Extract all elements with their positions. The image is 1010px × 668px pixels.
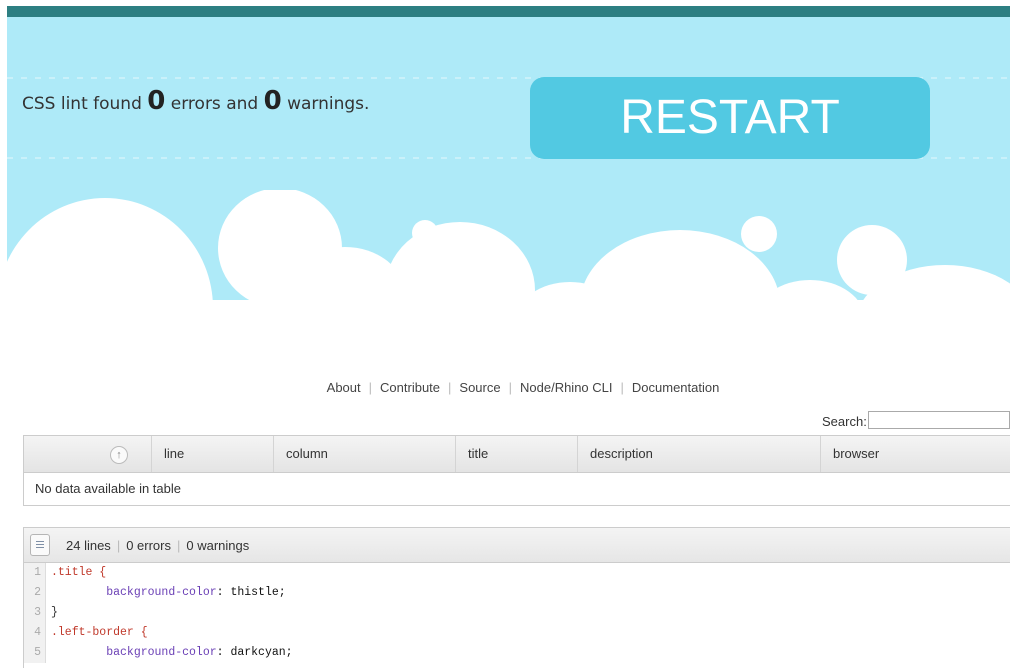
- editor-toolbar: 24 lines | 0 errors | 0 warnings: [23, 527, 1010, 563]
- column-header-line[interactable]: line: [151, 436, 273, 472]
- nav-about-link[interactable]: About: [319, 380, 369, 395]
- column-header-title[interactable]: title: [455, 436, 577, 472]
- code-line: 3 }: [24, 603, 1010, 623]
- document-icon[interactable]: [30, 534, 50, 556]
- table-header: ↑ line column title description browser: [24, 436, 1010, 473]
- result-suffix: warnings.: [287, 94, 370, 114]
- code-property: background-color: [106, 646, 217, 659]
- code-line: 1 .title {: [24, 563, 1010, 583]
- code-editor[interactable]: 1 .title { 2 background-color: thistle; …: [23, 563, 1010, 668]
- result-middle: errors and: [170, 94, 259, 114]
- restart-button[interactable]: RESTART: [530, 77, 930, 159]
- code-colon: :: [216, 586, 231, 599]
- code-declaration: background-color: darkcyan;: [46, 643, 293, 663]
- line-number: 5: [24, 643, 46, 663]
- empty-table-message: No data available in table: [24, 473, 1010, 505]
- search-label: Search:: [822, 414, 867, 429]
- code-value: darkcyan;: [230, 646, 293, 659]
- sort-arrow-icon[interactable]: ↑: [110, 445, 128, 464]
- column-header-description[interactable]: description: [577, 436, 820, 472]
- code-line: 2 background-color: thistle;: [24, 583, 1010, 603]
- nav-cli-link[interactable]: Node/Rhino CLI: [512, 380, 621, 395]
- code-colon: :: [216, 646, 231, 659]
- error-count: 0: [147, 86, 166, 116]
- editor-warning-count: 0 warnings: [186, 537, 250, 553]
- code-selector: .left-border {: [51, 626, 148, 639]
- nav-documentation-link[interactable]: Documentation: [624, 380, 727, 395]
- warning-count: 0: [263, 86, 282, 116]
- search-input[interactable]: [868, 411, 1010, 429]
- code-line: 5 background-color: darkcyan;: [24, 643, 1010, 663]
- code-property: background-color: [106, 586, 217, 599]
- line-number: 2: [24, 583, 46, 603]
- column-header-type[interactable]: ↑: [24, 436, 151, 472]
- code-line: 4 .left-border {: [24, 623, 1010, 643]
- line-number: 3: [24, 603, 46, 623]
- clouds-illustration: [0, 190, 1010, 330]
- column-header-browser[interactable]: browser: [820, 436, 1009, 472]
- lint-result-summary: CSS lint found 0 errors and 0 warnings.: [22, 86, 369, 116]
- line-number: 4: [24, 623, 46, 643]
- column-header-column[interactable]: column: [273, 436, 455, 472]
- code-value: thistle;: [230, 586, 286, 599]
- line-count: 24 lines: [66, 537, 111, 553]
- footer-nav: About | Contribute | Source | Node/Rhino CLI | D…: [0, 380, 1010, 395]
- editor-error-count: 0 errors: [126, 537, 171, 553]
- nav-contribute-link[interactable]: Contribute: [372, 380, 448, 395]
- result-prefix: CSS lint found: [22, 94, 142, 114]
- top-bar: [7, 6, 1010, 17]
- results-table: ↑ line column title description browser …: [23, 435, 1010, 506]
- line-number: 1: [24, 563, 46, 583]
- nav-source-link[interactable]: Source: [451, 380, 508, 395]
- code-selector: .title {: [51, 566, 107, 579]
- code-selector: }: [51, 606, 58, 619]
- code-declaration: background-color: thistle;: [46, 583, 286, 603]
